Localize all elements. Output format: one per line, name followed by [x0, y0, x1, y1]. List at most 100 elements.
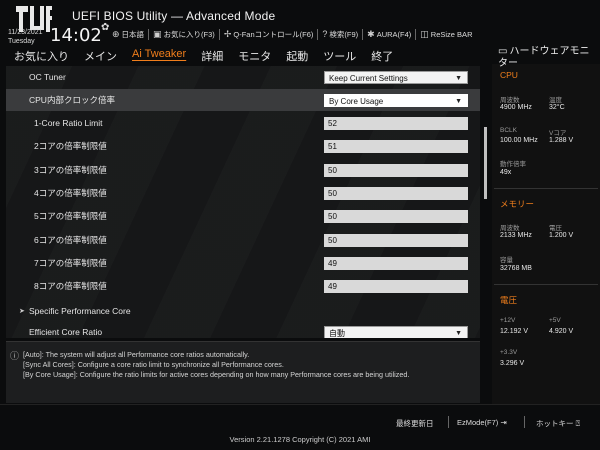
- shortcut-aura[interactable]: ✱ AURA(F4): [362, 28, 415, 40]
- hw-value: 1.288 V: [549, 137, 574, 144]
- date-display: 11/23/2021 Tuesday: [8, 28, 43, 46]
- setting-row-core-1: 1-Core Ratio Limit 52: [6, 112, 480, 134]
- hw-section-voltage: 電圧: [500, 295, 518, 305]
- footer-separator: [448, 416, 449, 428]
- ezmode-label: EzMode(F7): [457, 418, 499, 427]
- hw-section-memory: メモリー: [500, 199, 535, 209]
- cpu-ratio-dropdown[interactable]: By Core Usage ▼: [324, 93, 468, 107]
- setting-row-cpu-ratio: CPU内部クロック倍率 By Core Usage ▼: [6, 89, 480, 111]
- hw-label: Vコア: [549, 130, 567, 137]
- fan-icon: ✢: [223, 28, 232, 39]
- hotkeys-button[interactable]: ホットキー ⍰: [536, 418, 580, 429]
- hw-divider: [494, 188, 598, 189]
- footer-divider: [0, 404, 600, 405]
- core-2-ratio-input[interactable]: 51: [324, 139, 468, 153]
- shortcut-label: AURA(F4): [376, 29, 412, 39]
- last-modified-button[interactable]: 最終更新日: [396, 418, 434, 429]
- chevron-down-icon: ▼: [455, 74, 462, 82]
- settings-panel: OC Tuner Keep Current Settings ▼ CPU内部クロッ…: [6, 66, 480, 338]
- shortcut-qfan[interactable]: ✢ Q-Fanコントロール(F6): [218, 28, 318, 40]
- setting-row-specific-core[interactable]: ➤ Specific Performance Core: [6, 300, 480, 322]
- chevron-down-icon: ▼: [455, 97, 462, 105]
- hw-value: 12.192 V: [500, 328, 529, 335]
- efficient-core-dropdown[interactable]: 自動 ▼: [324, 325, 468, 338]
- weekday-text: Tuesday: [8, 38, 35, 45]
- hw-value: 1.200 V: [549, 232, 574, 239]
- tab-tool[interactable]: ツール: [323, 48, 356, 64]
- hardware-monitor-title: ▭ ハードウェアモニター: [498, 46, 598, 70]
- setting-label: Specific Performance Core: [29, 306, 131, 316]
- hw-label: BCLK: [500, 127, 517, 134]
- core-3-ratio-input[interactable]: 50: [324, 163, 468, 177]
- hw-label: 周波数: [500, 225, 520, 232]
- core-5-ratio-input[interactable]: 50: [324, 209, 468, 223]
- core-4-ratio-input[interactable]: 50: [324, 186, 468, 200]
- dropdown-value: Keep Current Settings: [329, 73, 408, 83]
- setting-row-core-6: 6コアの倍率制限値 50: [6, 229, 480, 251]
- shortcut-label: ReSize BAR: [430, 29, 473, 39]
- hw-label: 容量: [500, 257, 513, 264]
- setting-row-core-7: 7コアの倍率制限値 49: [6, 252, 480, 274]
- hw-value: 32°C: [549, 104, 565, 111]
- core-1-ratio-input[interactable]: 52: [324, 116, 468, 130]
- setting-label: 1-Core Ratio Limit: [34, 118, 103, 128]
- hw-value: 4.920 V: [549, 328, 574, 335]
- help-box-icon: ⍰: [575, 419, 581, 428]
- shortcut-label: 日本語: [121, 29, 145, 39]
- menu-tabs: お気に入り メイン Ai Tweaker 詳細 モニタ 起動 ツール 終了: [14, 48, 408, 64]
- hw-label: 周波数: [500, 97, 520, 104]
- setting-row-core-8: 8コアの倍率制限値 49: [6, 275, 480, 297]
- submenu-arrow-icon: ➤: [19, 308, 25, 315]
- shortcut-search[interactable]: ? 検索(F9): [317, 28, 362, 40]
- hw-label: 電圧: [549, 225, 562, 232]
- dropdown-value: By Core Usage: [329, 96, 384, 106]
- info-icon: ⓘ: [10, 351, 20, 361]
- hotkeys-label: ホットキー: [536, 419, 574, 428]
- help-line: [Auto]: The system will adjust all Perfo…: [23, 350, 250, 359]
- tab-ai-tweaker[interactable]: Ai Tweaker: [132, 48, 186, 64]
- core-6-ratio-input[interactable]: 50: [324, 233, 468, 247]
- setting-label: 3コアの倍率制限値: [34, 165, 107, 175]
- version-text: Version 2.21.1278 Copyright (C) 2021 AMI: [229, 435, 371, 444]
- core-7-ratio-input[interactable]: 49: [324, 256, 468, 270]
- tab-exit[interactable]: 終了: [371, 48, 393, 64]
- shortcut-favorites[interactable]: ▣ お気に入り(F3): [148, 28, 219, 40]
- help-line: [Sync All Cores]: Configure a core ratio…: [23, 360, 284, 369]
- hw-value: 4900 MHz: [500, 104, 532, 111]
- hw-value: 3.296 V: [500, 360, 525, 367]
- hw-value: 2133 MHz: [500, 232, 532, 239]
- setting-label: 6コアの倍率制限値: [34, 235, 107, 245]
- dropdown-value: 自動: [329, 328, 345, 338]
- tab-advanced[interactable]: 詳細: [201, 48, 223, 64]
- setting-label: 7コアの倍率制限値: [34, 258, 107, 268]
- core-8-ratio-input[interactable]: 49: [324, 279, 468, 293]
- chevron-down-icon: ▼: [455, 329, 462, 337]
- shortcut-resize-bar[interactable]: ◫ ReSize BAR: [415, 28, 476, 40]
- help-panel: ⓘ [Auto]: The system will adjust all Per…: [6, 341, 480, 403]
- setting-row-core-5: 5コアの倍率制限値 50: [6, 205, 480, 227]
- tab-main[interactable]: メイン: [84, 48, 117, 64]
- tab-favorites[interactable]: お気に入り: [14, 48, 69, 64]
- clock: 14:02: [50, 25, 102, 46]
- hw-label: +5V: [549, 317, 561, 324]
- tab-boot[interactable]: 起動: [286, 48, 308, 64]
- hw-section-cpu: CPU: [500, 70, 518, 80]
- tab-monitor[interactable]: モニタ: [238, 48, 271, 64]
- shortcut-bar: ⊕ 日本語 ▣ お気に入り(F3) ✢ Q-Fanコントロール(F6) ? 検索(F9)…: [108, 28, 476, 40]
- setting-label: 5コアの倍率制限値: [34, 211, 107, 221]
- shortcut-language[interactable]: ⊕ 日本語: [108, 29, 148, 40]
- oc-tuner-dropdown[interactable]: Keep Current Settings ▼: [324, 70, 468, 84]
- hw-label: +12V: [500, 317, 516, 324]
- hw-label: 動作倍率: [500, 161, 526, 168]
- setting-row-core-4: 4コアの倍率制限値 50: [6, 182, 480, 204]
- hw-value: 49x: [500, 169, 512, 176]
- setting-label: Efficient Core Ratio: [29, 327, 103, 337]
- shortcut-label: 検索(F9): [329, 29, 359, 39]
- settings-scrollbar[interactable]: [484, 127, 487, 199]
- setting-label: 2コアの倍率制限値: [34, 141, 107, 151]
- globe-icon: ⊕: [112, 28, 120, 39]
- hw-value: 100.00 MHz: [500, 137, 538, 144]
- ezmode-button[interactable]: EzMode(F7) ⇥: [457, 418, 507, 427]
- monitor-icon: ▭: [498, 46, 508, 57]
- setting-row-oc-tuner: OC Tuner Keep Current Settings ▼: [6, 66, 480, 88]
